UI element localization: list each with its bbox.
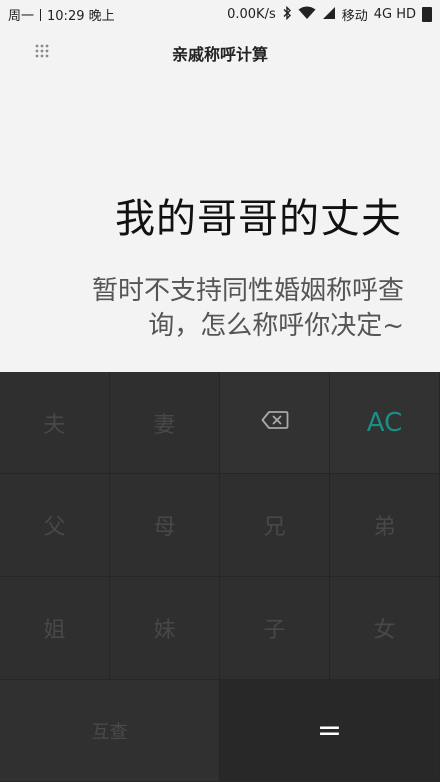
key-elder-sister[interactable]: 姐 — [0, 577, 110, 680]
equals-button[interactable]: = — [220, 680, 440, 782]
title-bar: 亲戚称呼计算 — [0, 30, 440, 74]
status-divider — [40, 9, 42, 21]
page-title: 亲戚称呼计算 — [171, 45, 268, 64]
clear-button[interactable]: AC — [330, 372, 440, 474]
backspace-button[interactable] — [220, 372, 330, 474]
status-network: 4G HD — [373, 7, 416, 22]
mutual-query-button[interactable]: 互查 — [0, 680, 220, 782]
backspace-icon — [261, 410, 289, 436]
key-mother[interactable]: 母 — [110, 474, 220, 577]
wifi-icon — [298, 6, 316, 24]
status-day: 周一 — [8, 9, 35, 24]
key-elder-brother[interactable]: 兄 — [220, 474, 330, 577]
key-husband[interactable]: 夫 — [0, 372, 110, 474]
key-younger-sister[interactable]: 妹 — [110, 577, 220, 680]
expression-display: 我的哥哥的丈夫 — [115, 196, 402, 242]
status-right: 0.00K/s 移动 4G HD — [227, 5, 432, 24]
status-period: 晚上 — [88, 9, 115, 24]
status-left: 周一 10:29 晚上 — [8, 5, 115, 24]
result-display: 暂时不支持同性婚姻称呼查询，怎么称呼你决定~ — [91, 276, 404, 341]
signal-icon — [322, 6, 336, 24]
key-son[interactable]: 子 — [220, 577, 330, 680]
key-daughter[interactable]: 女 — [330, 577, 440, 680]
battery-icon — [422, 7, 432, 22]
key-younger-brother[interactable]: 弟 — [330, 474, 440, 577]
bluetooth-icon — [282, 5, 292, 24]
status-bar: 周一 10:29 晚上 0.00K/s 移动 4G HD — [0, 0, 440, 26]
key-wife[interactable]: 妻 — [110, 372, 220, 474]
status-carrier: 移动 — [341, 9, 368, 24]
key-father[interactable]: 父 — [0, 474, 110, 577]
status-time: 10:29 — [47, 9, 85, 24]
status-speed: 0.00K/s — [227, 7, 276, 22]
keypad: 夫 妻 AC 父 母 兄 弟 姐 妹 子 女 互查 = — [0, 372, 440, 782]
